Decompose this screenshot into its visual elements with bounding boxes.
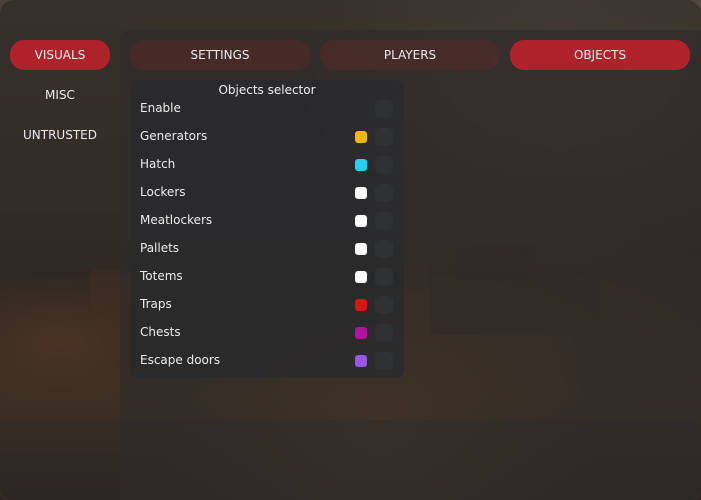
option-row-generators: Generators xyxy=(130,127,404,147)
tab-objects[interactable]: OBJECTS xyxy=(510,40,690,70)
sidebar: VISUALS MISC UNTRUSTED xyxy=(0,0,120,500)
chests-checkbox[interactable] xyxy=(375,324,393,342)
option-row-meatlockers: Meatlockers xyxy=(130,211,404,231)
tab-settings[interactable]: SETTINGS xyxy=(130,40,310,70)
option-row-enable: Enable xyxy=(130,99,404,119)
option-label: Generators xyxy=(140,129,208,143)
color-swatch[interactable] xyxy=(355,159,367,171)
enable-checkbox[interactable] xyxy=(375,100,393,118)
tab-label: OBJECTS xyxy=(573,48,627,62)
color-swatch[interactable] xyxy=(355,271,367,283)
color-swatch[interactable] xyxy=(355,187,367,199)
sidebar-item-untrusted[interactable]: UNTRUSTED xyxy=(10,120,110,150)
color-swatch[interactable] xyxy=(355,215,367,227)
objects-selector-panel: Objects selector Enable Generators Hatch… xyxy=(130,80,404,378)
option-label: Escape doors xyxy=(140,353,221,367)
option-label: Meatlockers xyxy=(140,213,213,227)
tab-players[interactable]: PLAYERS xyxy=(320,40,500,70)
pallets-checkbox[interactable] xyxy=(375,240,393,258)
sidebar-item-label: MISC xyxy=(45,88,75,102)
option-row-escape-doors: Escape doors xyxy=(130,351,404,371)
tab-label: PLAYERS xyxy=(383,48,437,62)
option-label: Enable xyxy=(140,101,181,115)
meatlockers-checkbox[interactable] xyxy=(375,212,393,230)
tab-label: SETTINGS xyxy=(190,48,250,62)
option-label: Pallets xyxy=(140,241,180,255)
color-swatch[interactable] xyxy=(355,327,367,339)
color-swatch[interactable] xyxy=(355,243,367,255)
option-row-pallets: Pallets xyxy=(130,239,404,259)
sidebar-item-misc[interactable]: MISC xyxy=(10,80,110,110)
option-row-lockers: Lockers xyxy=(130,183,404,203)
option-row-chests: Chests xyxy=(130,323,404,343)
option-label: Lockers xyxy=(140,185,186,199)
option-row-traps: Traps xyxy=(130,295,404,315)
sidebar-item-label: VISUALS xyxy=(34,48,86,62)
sidebar-item-visuals[interactable]: VISUALS xyxy=(10,40,110,70)
color-swatch[interactable] xyxy=(355,131,367,143)
option-label: Hatch xyxy=(140,157,176,171)
traps-checkbox[interactable] xyxy=(375,296,393,314)
option-label: Totems xyxy=(140,269,183,283)
color-swatch[interactable] xyxy=(355,355,367,367)
sidebar-item-label: UNTRUSTED xyxy=(23,128,97,142)
hatch-checkbox[interactable] xyxy=(375,156,393,174)
option-label: Chests xyxy=(140,325,181,339)
generators-checkbox[interactable] xyxy=(375,128,393,146)
panel-title: Objects selector xyxy=(218,83,316,97)
menu-window: VISUALS MISC UNTRUSTED SETTINGS PLAYERS … xyxy=(0,0,701,500)
color-swatch[interactable] xyxy=(355,299,367,311)
lockers-checkbox[interactable] xyxy=(375,184,393,202)
option-row-hatch: Hatch xyxy=(130,155,404,175)
escape-doors-checkbox[interactable] xyxy=(375,352,393,370)
option-label: Traps xyxy=(140,297,172,311)
option-row-totems: Totems xyxy=(130,267,404,287)
totems-checkbox[interactable] xyxy=(375,268,393,286)
